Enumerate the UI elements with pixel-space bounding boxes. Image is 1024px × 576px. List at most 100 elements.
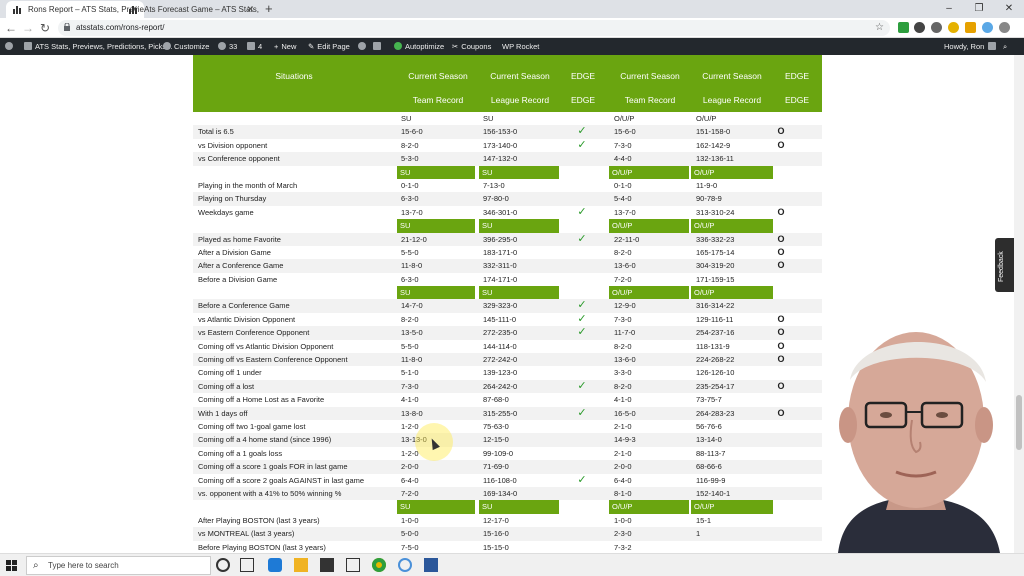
situation-cell: Playing in the month of March	[198, 180, 298, 190]
table-row: vs Eastern Conference Opponent 13-5-0 272-…	[193, 326, 822, 340]
ou-team-record-cell: 7-2-0	[614, 274, 632, 284]
situation-cell: Coming off vs Atlantic Division Opponent	[198, 341, 334, 351]
edge-browser-icon[interactable]	[268, 558, 282, 572]
close-window-icon[interactable]: ✕	[994, 0, 1024, 18]
taskbar-search-input[interactable]: ⌕ Type here to search	[26, 556, 211, 575]
header-edge-ou: EDGE	[784, 71, 810, 81]
ou-edge-marker: O	[777, 313, 785, 324]
league-record-cell: 7-13-0	[483, 180, 505, 190]
webcam-presenter-image	[838, 332, 1000, 553]
table-row: vs Division opponent 8-2-0 173-140-0 ✓ 7-3-0…	[193, 139, 822, 152]
feedback-button[interactable]: Feedback	[995, 238, 1014, 292]
team-record-cell: 1-0-0	[401, 515, 419, 525]
chrome-icon[interactable]	[372, 558, 386, 572]
wp-coupons[interactable]: ✂ Coupons	[452, 38, 491, 55]
lock-icon	[64, 23, 70, 31]
ou-label: O/U/P	[609, 165, 689, 179]
windows-start-icon[interactable]	[6, 560, 17, 571]
url-field[interactable]: atsstats.com/rons-report/ ☆	[58, 20, 890, 36]
forward-icon[interactable]: →	[20, 20, 36, 36]
ou-team-record-cell: 13-6-0	[614, 261, 636, 271]
extension-blue-icon[interactable]	[982, 22, 993, 33]
table-row: After a Conference Game 11-8-0 332-311-0 13…	[193, 259, 822, 273]
extension-yellow-icon[interactable]	[948, 22, 959, 33]
team-record-cell: 11-8-0	[401, 261, 423, 271]
table-row: Coming off a score 1 goals FOR in last g…	[193, 460, 822, 474]
tab-ats-forecast[interactable]: Ats Forecast Game – ATS Stats, F ✕	[122, 1, 260, 18]
team-record-cell: 0-1-0	[401, 180, 419, 190]
situation-cell: After a Conference Game	[198, 261, 284, 271]
ou-team-record-cell: 14-9-3	[614, 435, 636, 445]
ou-edge-marker: O	[777, 246, 785, 257]
situation-cell: Coming off 1 under	[198, 368, 262, 378]
wp-howdy[interactable]: Howdy, Ron	[944, 38, 999, 55]
wp-comments[interactable]: 4	[247, 38, 262, 55]
task-view-icon[interactable]	[240, 558, 254, 572]
cortana-icon[interactable]	[216, 558, 230, 572]
situation-cell: Coming off a score 1 goals FOR in last g…	[198, 462, 348, 472]
wordpress-logo-icon[interactable]	[5, 38, 16, 55]
su-label: SU	[479, 219, 559, 233]
store-icon[interactable]	[320, 558, 334, 572]
team-record-cell: 13-5-0	[401, 328, 423, 338]
ou-edge-marker: O	[777, 407, 785, 418]
wp-updates[interactable]: 33	[218, 38, 237, 55]
team-record-cell: 21-12-0	[401, 234, 427, 244]
table-body: SU SU O/U/P O/U/P Total is 6.5 15-6-0 156-153-…	[193, 112, 822, 553]
ou-team-record-cell: 5-4-0	[614, 194, 632, 204]
ou-league-record-cell: 254-237-16	[696, 328, 735, 338]
ou-league-record-cell: 1	[696, 529, 701, 539]
wp-site-name[interactable]: ATS Stats, Previews, Predictions, Picks.…	[24, 38, 172, 55]
situation-cell: vs Conference opponent	[198, 154, 280, 164]
ou-league-record-cell: 151-158-0	[696, 127, 731, 137]
league-record-cell: 264-242-0	[483, 381, 518, 391]
file-explorer-icon[interactable]	[294, 558, 308, 572]
table-row: Total is 6.5 15-6-0 156-153-0 ✓ 15-6-0 151-15…	[193, 125, 822, 139]
new-tab-button[interactable]: +	[265, 1, 273, 17]
mail-icon[interactable]	[346, 558, 360, 572]
table-row: Coming off a Home Lost as a Favorite 4-1-…	[193, 393, 822, 406]
header-edge-su-2: EDGE	[570, 95, 596, 105]
league-record-cell: 12-15-0	[483, 435, 509, 445]
ou-league-record-cell: 224-268-22	[696, 355, 735, 365]
wp-stats-icon[interactable]	[373, 38, 384, 55]
wp-admin-bar: ATS Stats, Previews, Predictions, Picks.…	[0, 38, 1024, 55]
ou-label: O/U/P	[691, 165, 773, 179]
extension-orange-icon[interactable]	[965, 22, 976, 33]
header-current-season-su-team: Current Season	[408, 71, 468, 81]
ou-team-record-cell: 7-3-0	[614, 314, 632, 324]
wp-edit-page[interactable]: ✎ Edit Page	[308, 38, 350, 55]
team-record-cell: 7-5-0	[401, 542, 419, 552]
extension-circle-icon[interactable]	[931, 22, 942, 33]
ou-team-record-cell: 11-7-0	[614, 328, 636, 338]
bookmark-star-icon[interactable]: ☆	[875, 20, 884, 36]
ou-league-record-cell: 90-78-9	[696, 194, 722, 204]
wp-rocket[interactable]: WP Rocket	[502, 38, 539, 55]
ou-edge-marker: O	[777, 354, 785, 365]
table-row: After a Division Game 5-5-0 183-171-0 8-2-0…	[193, 246, 822, 259]
header-current-season-ou-team: Current Season	[620, 71, 680, 81]
maximize-icon[interactable]: ❐	[964, 0, 994, 18]
wp-search-icon[interactable]: ⌕	[1003, 38, 1007, 55]
situation-cell: vs. opponent with a 41% to 50% winning %	[198, 488, 342, 498]
ou-label: O/U/P	[609, 219, 689, 233]
league-record-cell: 97-80-0	[483, 194, 509, 204]
wp-autoptimize[interactable]: Autoptimize	[394, 38, 444, 55]
league-record-cell: 346-301-0	[483, 207, 518, 217]
profile-avatar-icon[interactable]	[999, 22, 1010, 33]
reload-icon[interactable]: ↻	[37, 20, 53, 36]
app-circle-icon[interactable]	[398, 558, 412, 572]
close-icon[interactable]: ✕	[246, 1, 254, 18]
edge-check-icon: ✓	[577, 312, 587, 325]
wp-customize[interactable]: Customize	[163, 38, 209, 55]
word-icon[interactable]	[424, 558, 438, 572]
minimize-icon[interactable]: –	[934, 0, 964, 18]
back-icon[interactable]: ←	[3, 20, 19, 36]
extension-check-icon[interactable]	[898, 22, 909, 33]
wp-new[interactable]: + New	[274, 38, 296, 55]
bar-chart-icon	[13, 6, 21, 14]
table-row: vs Conference opponent 5-3-0 147-132-0 4-4-…	[193, 152, 822, 166]
extension-github-icon[interactable]	[914, 22, 925, 33]
wp-shield-icon[interactable]	[358, 38, 369, 55]
header-current-season-su-league: Current Season	[490, 71, 550, 81]
